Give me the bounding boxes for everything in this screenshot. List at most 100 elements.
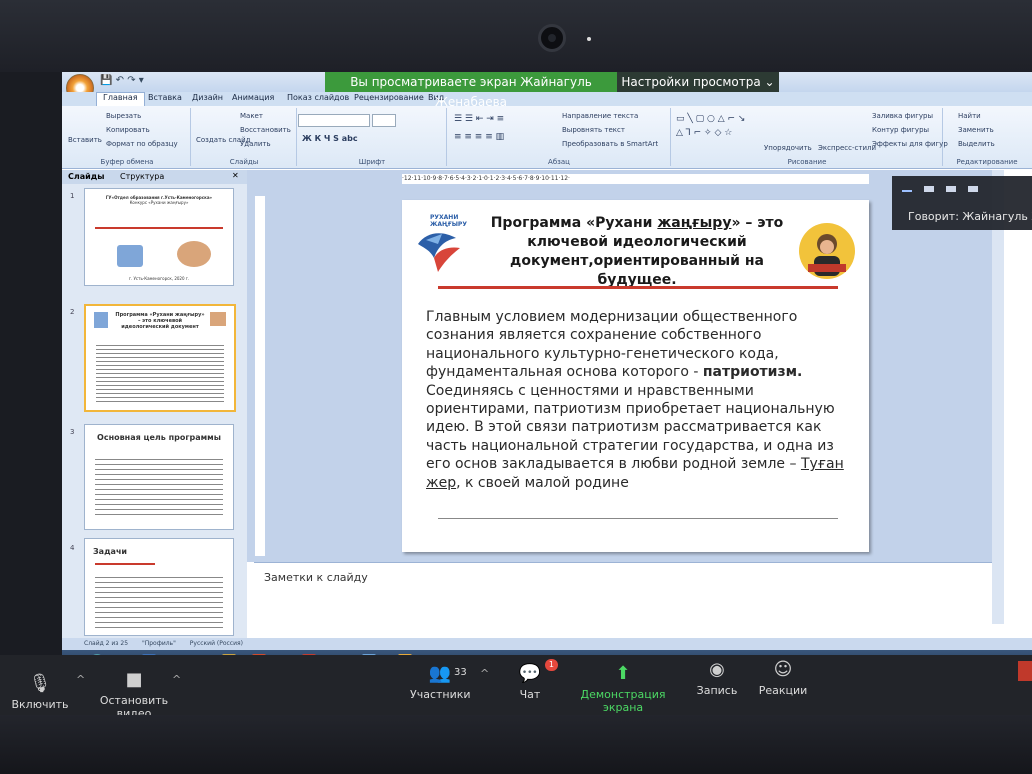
active-speaker-panel: Говорит: Жайнагуль Ж <box>892 176 1032 230</box>
speaker-view-icon[interactable] <box>946 186 956 192</box>
vertical-scrollbar[interactable] <box>992 170 1004 624</box>
quick-styles-button[interactable]: Экспресс-стили <box>818 144 876 152</box>
view-settings-button[interactable]: Настройки просмотра ⌄ <box>617 72 779 92</box>
tab-insert[interactable]: Вставка <box>148 93 182 102</box>
student-picture <box>799 223 855 279</box>
arrange-button[interactable]: Упорядочить <box>764 144 812 152</box>
share-screen-label: Демонстрация экрана <box>580 688 666 714</box>
participants-button[interactable]: 👥 33 Участники <box>410 663 471 701</box>
slides-group: Создать слайд Макет Восстановить Удалить… <box>192 108 297 166</box>
thumb-red-line <box>95 563 155 565</box>
window-icon[interactable] <box>924 186 934 192</box>
chevron-up-icon[interactable]: ^ <box>480 667 489 680</box>
shape-fill-button[interactable]: Заливка фигуры <box>872 112 933 120</box>
shapes-gallery-2[interactable]: △ ⅂ ⌐ ✧ ◇ ☆ <box>676 128 732 138</box>
stop-video-button[interactable]: ■ Остановить видео <box>86 669 182 720</box>
reset-button[interactable]: Восстановить <box>240 126 291 134</box>
quick-access-toolbar[interactable]: 💾 ↶ ↷ ▾ <box>100 75 144 86</box>
format-painter-button[interactable]: Формат по образцу <box>106 140 178 148</box>
find-button[interactable]: Найти <box>958 112 981 120</box>
slide-thumb-3[interactable]: Основная цель программы <box>84 424 234 530</box>
record-icon: ◉ <box>709 659 725 680</box>
microphone-off-icon: 🎙 <box>28 673 52 694</box>
select-button[interactable]: Выделить <box>958 140 995 148</box>
end-button-edge[interactable] <box>1018 661 1032 681</box>
title-underlined: жаңғыру <box>657 215 732 231</box>
text-direction-button[interactable]: Направление текста <box>562 112 638 120</box>
slide-thumb-2[interactable]: Программа «Рухани жаңғыру» – это ключево… <box>84 304 236 412</box>
notes-pane[interactable]: Заметки к слайду <box>254 562 992 625</box>
thumb-body <box>95 455 223 515</box>
cut-button[interactable]: Вырезать <box>106 112 141 120</box>
shape-effects-button[interactable]: Эффекты для фигур <box>872 140 948 148</box>
thumb-text: Конкурс «Рухани жаңғыру» <box>129 200 189 205</box>
gallery-view-icon[interactable] <box>968 186 978 192</box>
align-text-button[interactable]: Выровнять текст <box>562 126 625 134</box>
slide-thumb-4[interactable]: Задачи <box>84 538 234 636</box>
reactions-label: Реакции <box>758 684 808 697</box>
laptop-bezel <box>0 0 1032 72</box>
tab-animation[interactable]: Анимация <box>232 93 274 102</box>
delete-button[interactable]: Удалить <box>240 140 271 148</box>
status-bar: Слайд 2 из 25 "Профиль" Русский (Россия) <box>62 638 1032 650</box>
tab-slideshow[interactable]: Показ слайдов <box>287 93 349 102</box>
thumb-picture <box>177 241 211 267</box>
minimize-icon[interactable] <box>902 190 912 192</box>
thumb-number: 4 <box>70 544 75 552</box>
chevron-up-icon[interactable]: ^ <box>172 673 181 686</box>
video-camera-icon: ■ <box>125 669 143 690</box>
title-underline-decoration <box>438 286 838 289</box>
record-button[interactable]: ◉ Запись <box>694 659 740 697</box>
replace-button[interactable]: Заменить <box>958 126 994 134</box>
thumb-logo <box>117 245 143 267</box>
shapes-gallery[interactable]: ▭ ╲ ▢ ○ △ ⌐ ↘ <box>676 114 745 124</box>
thumb-number: 1 <box>70 192 75 200</box>
thumb-red-line <box>95 227 223 229</box>
list-buttons[interactable]: ☰ ☰ ⇤ ⇥ ≡ <box>454 114 504 124</box>
editing-group: Найти Заменить Выделить Редактирование <box>944 108 1030 166</box>
font-group: Ж К Ч S abc Шрифт <box>298 108 447 166</box>
tab-slides[interactable]: Слайды <box>68 172 104 181</box>
slide-body-text[interactable]: Главным условием модернизации общественн… <box>426 308 844 492</box>
body-text: Соединяясь с ценностями и нравственными … <box>426 382 835 473</box>
slide-title[interactable]: Программа «Рухани жаңғыру» – это ключево… <box>472 214 802 290</box>
shared-screen: 💾 ↶ ↷ ▾ Главная Вставка Дизайн Анимация … <box>62 72 1032 672</box>
chat-icon: 💬 1 <box>512 659 558 684</box>
tab-design[interactable]: Дизайн <box>192 93 223 102</box>
horizontal-ruler: ·12·11·10·9·8·7·6·5·4·3·2·1·0·1·2·3·4·5·… <box>402 174 869 184</box>
layout-button[interactable]: Макет <box>240 112 263 120</box>
chat-label: Чат <box>519 688 541 701</box>
paste-button[interactable]: Вставить <box>68 136 102 144</box>
notes-placeholder: Заметки к слайду <box>264 571 368 584</box>
chevron-up-icon[interactable]: ^ <box>76 673 85 686</box>
logo-text: РУХАНИ ЖАҢҒЫРУ <box>430 214 467 228</box>
font-name-box[interactable] <box>298 114 370 127</box>
thumb-text: г. Усть-Каменогорск, 2020 г. <box>128 276 190 281</box>
slide-thumb-1[interactable]: ГУ«Отдел образования г.Усть-Каменогорска… <box>84 188 234 286</box>
vertical-ruler <box>255 196 265 556</box>
reactions-button[interactable]: ☺ Реакции <box>758 659 808 697</box>
tab-review[interactable]: Рецензирование <box>354 93 424 102</box>
font-size-box[interactable] <box>372 114 396 127</box>
ribbon-tabs: Главная Вставка Дизайн Анимация Показ сл… <box>62 92 1032 106</box>
slide-footer-line <box>438 518 838 519</box>
speaker-name: Говорит: Жайнагуль Ж <box>908 210 1032 223</box>
smartart-button[interactable]: Преобразовать в SmartArt <box>562 140 658 148</box>
reactions-icon: ☺ <box>773 659 793 680</box>
align-buttons[interactable]: ≡ ≡ ≡ ≡ ▥ <box>454 132 504 142</box>
close-icon[interactable]: ✕ <box>232 171 239 180</box>
font-format-buttons[interactable]: Ж К Ч S abc <box>302 134 358 143</box>
paragraph-label: Абзац <box>548 158 570 166</box>
shape-outline-button[interactable]: Контур фигуры <box>872 126 929 134</box>
copy-button[interactable]: Копировать <box>106 126 150 134</box>
tab-outline[interactable]: Структура <box>120 172 164 181</box>
tab-home[interactable]: Главная <box>96 92 145 106</box>
share-screen-button[interactable]: ⬆ Демонстрация экрана <box>566 663 680 714</box>
webcam <box>538 24 566 52</box>
camera-led <box>587 37 591 41</box>
thumb-picture <box>210 312 226 326</box>
chat-button[interactable]: 💬 1 Чат <box>512 659 558 701</box>
slides-pane: Слайды Структура ✕ 1 ГУ«Отдел образовани… <box>62 170 247 638</box>
chat-badge: 1 <box>544 659 558 671</box>
current-slide[interactable]: РУХАНИ ЖАҢҒЫРУ Программа «Рухани жаңғыру… <box>402 200 869 552</box>
